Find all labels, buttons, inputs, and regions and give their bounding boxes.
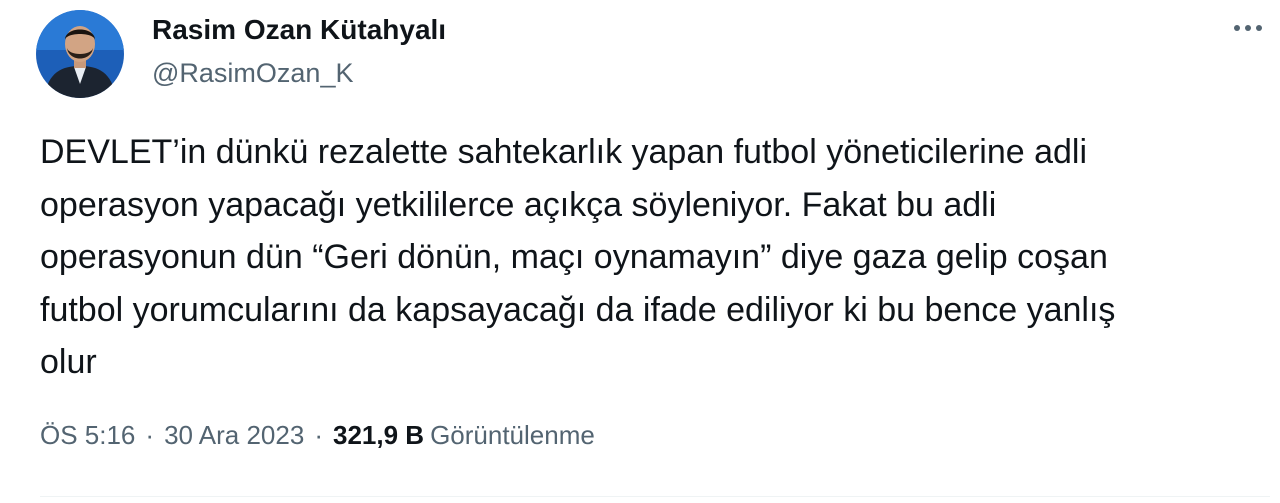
more-horizontal-icon-dot [1245,25,1251,31]
author-display-name[interactable]: Rasim Ozan Kütahyalı [152,14,446,46]
tweet-text-line: operasyon yapacağı yetkililerce açıkça s… [40,185,997,224]
more-horizontal-icon-dot [1256,25,1262,31]
avatar-image [36,10,124,98]
tweet-time[interactable]: ÖS 5:16 [40,420,135,451]
meta-separator: · [314,420,323,450]
more-horizontal-icon [1234,25,1240,31]
tweet-text-line: operasyonun dün “Geri dönün, maçı oynama… [40,238,1108,276]
tweet-text-line: olur [40,343,97,381]
views-count: 321,9 B [332,420,425,450]
avatar[interactable] [36,10,124,98]
tweet-text-line: futbol yorumcularını da kapsayacağı da i… [40,290,1116,329]
tweet-card: Rasim Ozan Kütahyalı @RasimOzan_K DEVLET… [0,0,1280,503]
tweet-date[interactable]: 30 Ara 2023 [164,420,304,451]
divider [40,496,1270,497]
meta-separator: · [145,420,155,450]
tweet-text-line: DEVLET’in dünkü rezalette sahtekarlık ya… [40,133,1088,171]
more-options-button[interactable] [1226,10,1270,46]
tweet-text: DEVLET’in dünkü rezalette sahtekarlık ya… [40,126,1260,389]
tweet-meta: ÖS 5:16 · 30 Ara 2023 · 321,9 B Görüntül… [40,420,595,451]
views-label: Görüntülenme [430,420,595,450]
author-handle[interactable]: @RasimOzan_K [152,58,353,89]
